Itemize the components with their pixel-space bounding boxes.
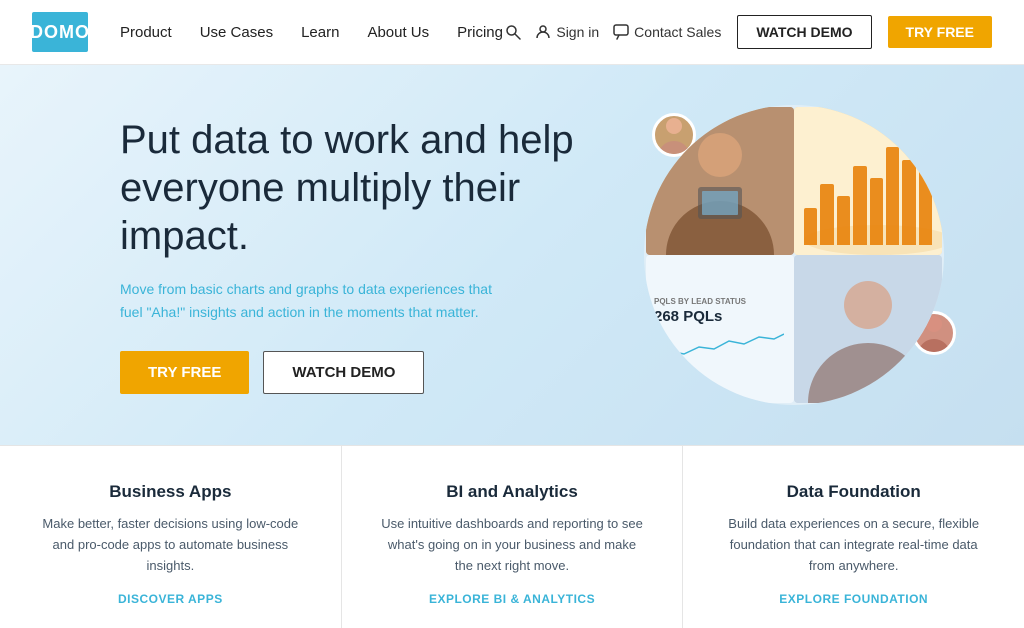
- search-button[interactable]: [505, 24, 521, 40]
- hero-circle: PQLS BY LEAD STATUS 268 PQLs: [644, 105, 944, 405]
- card-bi-analytics-desc: Use intuitive dashboards and reporting t…: [378, 514, 647, 576]
- try-free-nav-button[interactable]: TRY FREE: [888, 16, 992, 48]
- chat-icon: [613, 24, 629, 40]
- bar-8: [919, 123, 932, 245]
- hero-title: Put data to work and help everyone multi…: [120, 116, 580, 260]
- bar-chart: [794, 107, 942, 255]
- nav-links: Product Use Cases Learn About Us Pricing: [120, 24, 503, 41]
- card-data-foundation-title: Data Foundation: [719, 482, 988, 502]
- nav-right: Sign in Contact Sales WATCH DEMO TRY FRE…: [505, 15, 992, 49]
- card-data-foundation-link[interactable]: EXPLORE FOUNDATION: [779, 592, 928, 606]
- contact-sales-button[interactable]: Contact Sales: [613, 24, 721, 40]
- hero-subtitle: Move from basic charts and graphs to dat…: [120, 278, 500, 323]
- card-bi-analytics: BI and Analytics Use intuitive dashboard…: [342, 446, 684, 628]
- card-business-apps-link[interactable]: DISCOVER APPS: [118, 592, 223, 606]
- bar-1: [804, 208, 817, 245]
- nav-learn[interactable]: Learn: [301, 24, 339, 41]
- card-data-foundation: Data Foundation Build data experiences o…: [683, 446, 1024, 628]
- chart-value: 268 PQLs: [654, 308, 786, 325]
- card-bi-analytics-title: BI and Analytics: [378, 482, 647, 502]
- hero-subtitle-highlight: the moments that matter.: [324, 304, 479, 320]
- nav-icon-group: Sign in Contact Sales: [505, 24, 721, 40]
- quadrant-bottom-left: PQLS BY LEAD STATUS 268 PQLs: [646, 255, 794, 403]
- quadrant-top-left: [646, 107, 794, 255]
- nav-about-us[interactable]: About Us: [367, 24, 429, 41]
- card-business-apps-title: Business Apps: [36, 482, 305, 502]
- bar-6: [886, 147, 899, 245]
- navbar: DOMO Product Use Cases Learn About Us Pr…: [0, 0, 1024, 65]
- watch-demo-hero-button[interactable]: WATCH DEMO: [263, 351, 424, 394]
- hero-visual: PQLS BY LEAD STATUS 268 PQLs: [644, 105, 964, 405]
- nav-pricing[interactable]: Pricing: [457, 24, 503, 41]
- card-business-apps: Business Apps Make better, faster decisi…: [0, 446, 342, 628]
- hero-section: Put data to work and help everyone multi…: [0, 65, 1024, 445]
- logo[interactable]: DOMO: [32, 12, 88, 52]
- card-business-apps-desc: Make better, faster decisions using low-…: [36, 514, 305, 576]
- bar-7: [902, 160, 915, 245]
- bar-2: [820, 184, 833, 245]
- bar-4: [853, 166, 866, 245]
- sign-in-button[interactable]: Sign in: [535, 24, 599, 40]
- bar-3: [837, 196, 850, 245]
- sparkline: [654, 329, 784, 361]
- hero-buttons: TRY FREE WATCH DEMO: [120, 351, 580, 394]
- try-free-hero-button[interactable]: TRY FREE: [120, 351, 249, 394]
- contact-sales-label: Contact Sales: [634, 24, 721, 40]
- card-data-foundation-desc: Build data experiences on a secure, flex…: [719, 514, 988, 576]
- sign-in-label: Sign in: [556, 24, 599, 40]
- cards-section: Business Apps Make better, faster decisi…: [0, 445, 1024, 628]
- nav-use-cases[interactable]: Use Cases: [200, 24, 273, 41]
- hero-content: Put data to work and help everyone multi…: [120, 116, 580, 394]
- watch-demo-nav-button[interactable]: WATCH DEMO: [737, 15, 871, 49]
- chart-label: PQLS BY LEAD STATUS: [654, 297, 786, 306]
- user-icon: [535, 24, 551, 40]
- nav-product[interactable]: Product: [120, 24, 172, 41]
- nav-left: DOMO Product Use Cases Learn About Us Pr…: [32, 12, 503, 52]
- bar-5: [870, 178, 883, 245]
- quadrant-top-right: [794, 107, 942, 255]
- quadrant-bottom-right: [794, 255, 942, 403]
- card-bi-analytics-link[interactable]: EXPLORE BI & ANALYTICS: [429, 592, 595, 606]
- search-icon: [505, 24, 521, 40]
